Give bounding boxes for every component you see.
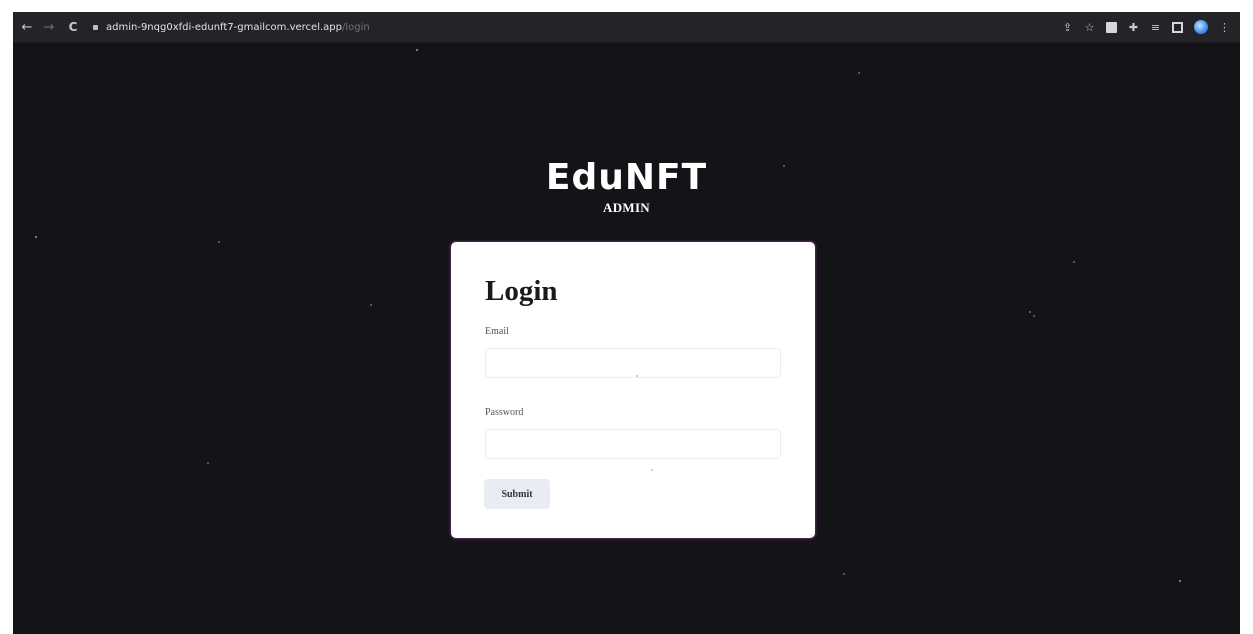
- password-field[interactable]: [485, 429, 781, 459]
- star-particle: [636, 375, 638, 377]
- login-heading: Login: [485, 275, 558, 307]
- brand-subtitle: ADMIN: [603, 200, 650, 215]
- star-particle: [1073, 261, 1075, 263]
- bookmark-star-icon[interactable]: ☆: [1084, 22, 1095, 33]
- share-icon[interactable]: ⇪: [1062, 22, 1073, 33]
- extension-pin-icon[interactable]: ✚: [1128, 22, 1139, 33]
- star-particle: [218, 241, 220, 243]
- submit-button[interactable]: Submit: [484, 479, 550, 509]
- star-particle: [207, 462, 209, 464]
- browser-toolbar: ← → C admin-9nqg0xfdi-edunft7-gmailcom.v…: [13, 12, 1240, 43]
- toolbar-icons: ⇪ ☆ ✚ ≡ ⋮: [1062, 20, 1230, 34]
- email-label: Email: [485, 326, 509, 337]
- url-host: admin-9nqg0xfdi-edunft7-gmailcom.vercel.…: [106, 21, 342, 33]
- back-arrow-icon[interactable]: ←: [19, 20, 35, 35]
- address-bar[interactable]: admin-9nqg0xfdi-edunft7-gmailcom.vercel.…: [93, 18, 388, 36]
- side-panel-icon[interactable]: [1172, 21, 1183, 33]
- url-path: /login: [342, 21, 370, 33]
- star-particle: [1029, 311, 1031, 313]
- star-particle: [416, 49, 418, 51]
- star-particle: [651, 469, 653, 471]
- login-card: Login Email Password Submit: [451, 242, 815, 538]
- profile-avatar-icon[interactable]: [1194, 20, 1208, 34]
- star-particle: [843, 573, 845, 575]
- star-particle: [35, 236, 37, 238]
- star-particle: [370, 304, 372, 306]
- extension-icon[interactable]: [1106, 21, 1117, 33]
- brand-title: EduNFT: [545, 157, 708, 198]
- forward-arrow-icon[interactable]: →: [41, 20, 57, 35]
- brand-logo: EduNFT ADMIN: [13, 158, 1240, 216]
- password-label: Password: [485, 407, 524, 418]
- star-particle: [1033, 315, 1035, 317]
- email-field[interactable]: [485, 348, 781, 378]
- browser-window: ← → C admin-9nqg0xfdi-edunft7-gmailcom.v…: [13, 12, 1240, 634]
- star-particle: [1179, 580, 1181, 582]
- star-particle: [858, 72, 860, 74]
- reading-list-icon[interactable]: ≡: [1150, 22, 1161, 33]
- lock-icon[interactable]: [93, 24, 98, 30]
- reload-icon[interactable]: C: [65, 20, 81, 34]
- menu-kebab-icon[interactable]: ⋮: [1219, 22, 1230, 33]
